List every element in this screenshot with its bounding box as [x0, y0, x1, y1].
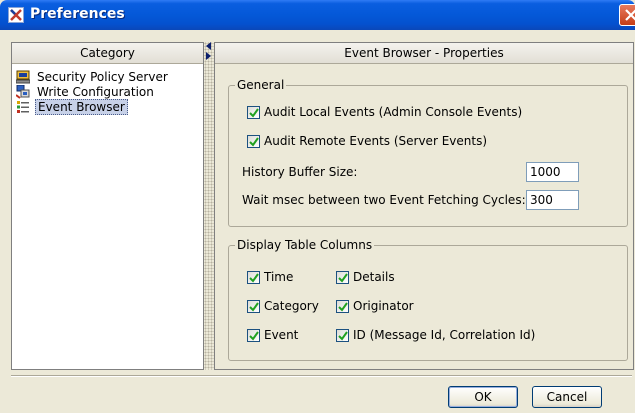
- column-event-label: Event: [264, 328, 299, 342]
- general-group-title: General: [235, 78, 287, 92]
- check-icon: [249, 273, 259, 283]
- dialog-body: Category Security Policy Server Write Co…: [3, 30, 634, 410]
- category-header: Category: [12, 43, 203, 64]
- column-details-label: Details: [353, 270, 395, 284]
- ok-button[interactable]: OK: [448, 386, 518, 408]
- checkbox-box[interactable]: [247, 329, 260, 342]
- server-icon: [15, 70, 31, 84]
- category-panel: Category Security Policy Server Write Co…: [11, 42, 204, 370]
- columns-group: Display Table Columns Time Details Categ…: [228, 238, 628, 361]
- wait-msec-input[interactable]: [526, 190, 579, 210]
- audit-remote-label: Audit Remote Events (Server Events): [264, 134, 488, 148]
- column-category-label: Category: [264, 299, 319, 313]
- tree-item-label: Security Policy Server: [37, 70, 168, 84]
- history-buffer-input[interactable]: [526, 162, 579, 182]
- write-config-icon: [15, 84, 30, 99]
- tree-item-label: Write Configuration: [37, 85, 154, 99]
- check-icon: [249, 302, 259, 312]
- app-icon: [8, 7, 24, 23]
- checkbox-box[interactable]: [247, 106, 260, 119]
- tree-item-label: Event Browser: [35, 99, 128, 115]
- checkbox-box[interactable]: [336, 271, 349, 284]
- checkbox-box[interactable]: [247, 271, 260, 284]
- title-bar[interactable]: Preferences: [0, 0, 635, 30]
- collapse-left-icon[interactable]: [206, 42, 211, 50]
- expand-right-icon[interactable]: [206, 52, 211, 60]
- window-title: Preferences: [30, 6, 125, 22]
- column-originator-label: Originator: [353, 299, 414, 313]
- close-icon: [625, 9, 635, 21]
- check-icon: [338, 302, 348, 312]
- history-buffer-label: History Buffer Size:: [242, 165, 358, 179]
- checkbox-box[interactable]: [247, 300, 260, 313]
- close-button[interactable]: [619, 4, 635, 26]
- columns-group-title: Display Table Columns: [235, 238, 375, 252]
- cancel-button[interactable]: Cancel: [532, 386, 602, 408]
- check-icon: [249, 331, 259, 341]
- general-group: General Audit Local Events (Admin Consol…: [228, 78, 628, 227]
- audit-local-label: Audit Local Events (Admin Console Events…: [264, 105, 523, 119]
- footer-divider: [11, 375, 632, 377]
- checkbox-box[interactable]: [336, 329, 349, 342]
- check-icon: [338, 273, 348, 283]
- event-list-icon: [16, 100, 30, 114]
- preferences-window: Preferences Category Security Policy Ser…: [0, 0, 635, 413]
- checkbox-box[interactable]: [247, 135, 260, 148]
- column-id-label: ID (Message Id, Correlation Id): [353, 328, 536, 342]
- properties-panel: Event Browser - Properties General Audit…: [214, 42, 634, 370]
- checkbox-box[interactable]: [336, 300, 349, 313]
- check-icon: [338, 331, 348, 341]
- panel-splitter[interactable]: [204, 42, 214, 370]
- check-icon: [249, 137, 259, 147]
- check-icon: [249, 108, 259, 118]
- wait-msec-label: Wait msec between two Event Fetching Cyc…: [242, 193, 526, 207]
- column-time-label: Time: [264, 270, 294, 284]
- properties-header: Event Browser - Properties: [215, 43, 633, 64]
